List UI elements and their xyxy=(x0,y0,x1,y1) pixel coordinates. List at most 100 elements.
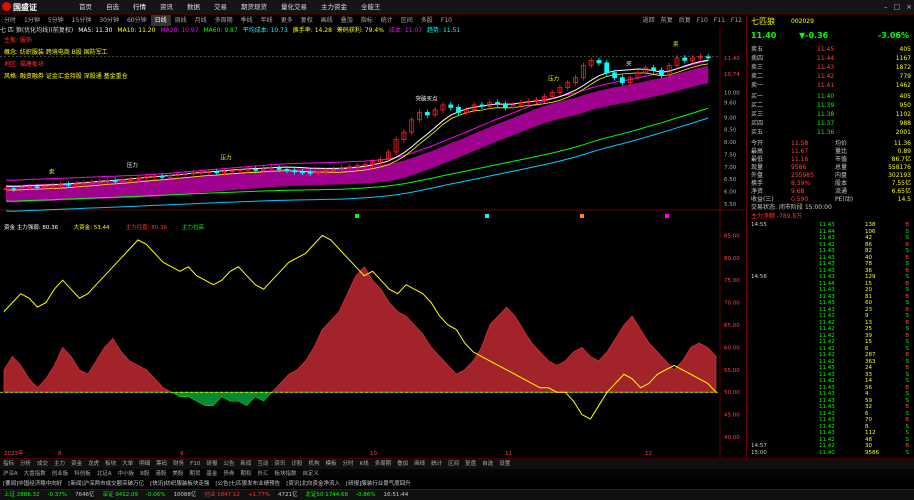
sell-order-row[interactable]: 卖五 11.45 405 xyxy=(747,45,914,54)
indicator-tab-8[interactable]: 明细 xyxy=(136,459,153,469)
minimize-icon[interactable]: – xyxy=(884,2,888,13)
maximize-icon[interactable]: □ xyxy=(894,2,901,13)
news-item-2[interactable]: [快讯]纺织服装板块走强 xyxy=(147,479,212,489)
sell-order-row[interactable]: 卖二 11.42 779 xyxy=(747,72,914,81)
sell-order-row[interactable]: 卖四 11.44 1167 xyxy=(747,54,914,63)
indicator-tab-18[interactable]: 机构 xyxy=(305,459,322,469)
sell-order-row[interactable]: 卖三 11.43 1872 xyxy=(747,63,914,72)
market-tab-12[interactable]: 期权 xyxy=(237,469,254,479)
period-tab-6[interactable]: 日线 xyxy=(150,15,171,26)
toolbar-btn-3[interactable]: F10 xyxy=(694,15,711,26)
menu-item-6[interactable]: 期货现货 xyxy=(234,2,274,13)
menu-item-5[interactable]: 交易 xyxy=(207,2,234,13)
market-tab-5[interactable]: 中小板 xyxy=(115,469,138,479)
news-item-3[interactable]: [公告]七匹狼发布业绩预告 xyxy=(212,479,283,489)
indicator-tab-16[interactable]: 资讯 xyxy=(271,459,288,469)
market-tab-7[interactable]: 港股 xyxy=(152,469,169,479)
period-tab-20[interactable]: F10 xyxy=(437,15,456,26)
indicator-tab-13[interactable]: 公告 xyxy=(220,459,237,469)
toolbar-btn-2[interactable]: 后复 xyxy=(676,15,694,26)
market-tab-0[interactable]: 沪深A xyxy=(0,469,21,479)
indicator-tab-0[interactable]: 指标 xyxy=(0,459,17,469)
menu-item-2[interactable]: 行情 xyxy=(126,2,153,13)
news-item-1[interactable]: [新闻]沪深两市成交额突破万亿 xyxy=(65,479,147,489)
indicator-tab-26[interactable]: 区间 xyxy=(445,459,462,469)
indicator-tab-24[interactable]: 画线 xyxy=(411,459,428,469)
menu-item-1[interactable]: 自选 xyxy=(99,2,126,13)
menu-item-3[interactable]: 资讯 xyxy=(153,2,180,13)
toolbar-btn-1[interactable]: 前复 xyxy=(658,15,676,26)
menu-item-0[interactable]: 首页 xyxy=(72,2,99,13)
period-tab-15[interactable]: 叠加 xyxy=(337,15,357,26)
period-tab-14[interactable]: 画线 xyxy=(317,15,337,26)
period-tab-9[interactable]: 多周期 xyxy=(211,15,237,26)
period-tab-16[interactable]: 指标 xyxy=(357,15,377,26)
news-item-4[interactable]: [资讯]北向资金净流入 xyxy=(283,479,343,489)
indicator-tab-10[interactable]: 财务 xyxy=(170,459,187,469)
indicator-tab-28[interactable]: 自选 xyxy=(479,459,496,469)
indicator-tab-15[interactable]: 互动 xyxy=(254,459,271,469)
indicator-tab-23[interactable]: 叠加 xyxy=(394,459,411,469)
toolbar-btn-4[interactable]: F11 xyxy=(711,15,728,26)
market-tab-2[interactable]: 创业板 xyxy=(49,469,72,479)
close-icon[interactable]: × xyxy=(906,2,912,13)
market-tab-10[interactable]: 基金 xyxy=(203,469,220,479)
indicator-tab-4[interactable]: 资金 xyxy=(68,459,85,469)
indicator-tab-2[interactable]: 成交 xyxy=(34,459,51,469)
indicator-tab-5[interactable]: 龙虎 xyxy=(85,459,102,469)
period-tab-2[interactable]: 5分钟 xyxy=(44,15,68,26)
period-tab-8[interactable]: 月线 xyxy=(191,15,211,26)
indicator-tab-1[interactable]: 分析 xyxy=(17,459,34,469)
period-tab-10[interactable]: 季线 xyxy=(237,15,257,26)
market-tab-8[interactable]: 美股 xyxy=(169,469,186,479)
market-tab-9[interactable]: 期货 xyxy=(186,469,203,479)
indicator-tab-25[interactable]: 统计 xyxy=(428,459,445,469)
market-tab-6[interactable]: B股 xyxy=(137,469,152,479)
indicator-tab-11[interactable]: F10 xyxy=(187,459,203,469)
indicator-tab-14[interactable]: 新闻 xyxy=(237,459,254,469)
period-tab-11[interactable]: 年线 xyxy=(257,15,277,26)
market-tab-11[interactable]: 债券 xyxy=(220,469,237,479)
period-tab-0[interactable]: 分时 xyxy=(0,15,20,26)
market-tab-1[interactable]: 大盘指数 xyxy=(21,469,49,479)
indicator-tab-21[interactable]: K线 xyxy=(356,459,371,469)
menu-item-4[interactable]: 数据 xyxy=(180,2,207,13)
indicator-tab-7[interactable]: 大单 xyxy=(119,459,136,469)
buy-order-row[interactable]: 买一 11.40 405 xyxy=(747,92,914,101)
market-tab-4[interactable]: 北证A xyxy=(94,469,115,479)
period-tab-13[interactable]: 复权 xyxy=(297,15,317,26)
buy-order-row[interactable]: 买二 11.39 950 xyxy=(747,101,914,110)
period-tab-3[interactable]: 15分钟 xyxy=(68,15,96,26)
market-tab-15[interactable]: 自定义 xyxy=(300,469,323,479)
app-logo[interactable]: 国盛证 xyxy=(2,2,62,13)
period-tab-7[interactable]: 周线 xyxy=(171,15,191,26)
buy-order-row[interactable]: 买五 11.36 2001 xyxy=(747,128,914,137)
indicator-tab-20[interactable]: 分时 xyxy=(339,459,356,469)
market-tab-13[interactable]: 外汇 xyxy=(254,469,271,479)
indicator-tab-17[interactable]: 诊股 xyxy=(288,459,305,469)
toolbar-btn-0[interactable]: 返回 xyxy=(640,15,658,26)
menu-item-9[interactable]: 全能王 xyxy=(354,2,388,13)
period-tab-4[interactable]: 30分钟 xyxy=(95,15,123,26)
period-tab-12[interactable]: 更多 xyxy=(277,15,297,26)
indicator-tab-19[interactable]: 模板 xyxy=(322,459,339,469)
indicator-tab-6[interactable]: 板块 xyxy=(102,459,119,469)
indicator-tab-27[interactable]: 复盘 xyxy=(462,459,479,469)
period-tab-19[interactable]: 多股 xyxy=(417,15,437,26)
menu-item-8[interactable]: 主力资金 xyxy=(314,2,354,13)
news-item-5[interactable]: [研报]服装行业景气度回升 xyxy=(343,479,414,489)
toolbar-btn-5[interactable]: F12 xyxy=(728,15,745,26)
period-tab-1[interactable]: 1分钟 xyxy=(20,15,44,26)
period-tab-5[interactable]: 60分钟 xyxy=(123,15,151,26)
indicator-tab-3[interactable]: 主力 xyxy=(51,459,68,469)
menu-item-7[interactable]: 量化交易 xyxy=(274,2,314,13)
period-tab-18[interactable]: 区间 xyxy=(397,15,417,26)
market-tab-3[interactable]: 科创板 xyxy=(71,469,94,479)
buy-order-row[interactable]: 买四 11.37 988 xyxy=(747,119,914,128)
indicator-tab-12[interactable]: 研报 xyxy=(203,459,220,469)
period-tab-17[interactable]: 统计 xyxy=(377,15,397,26)
kline-chart[interactable]: 卖压力压力突破买点压力买卖11.4010.7410.009.609.008.50… xyxy=(0,26,745,458)
indicator-tab-29[interactable]: 设置 xyxy=(496,459,513,469)
indicator-tab-9[interactable]: 筹码 xyxy=(153,459,170,469)
indicator-tab-22[interactable]: 多周期 xyxy=(372,459,395,469)
